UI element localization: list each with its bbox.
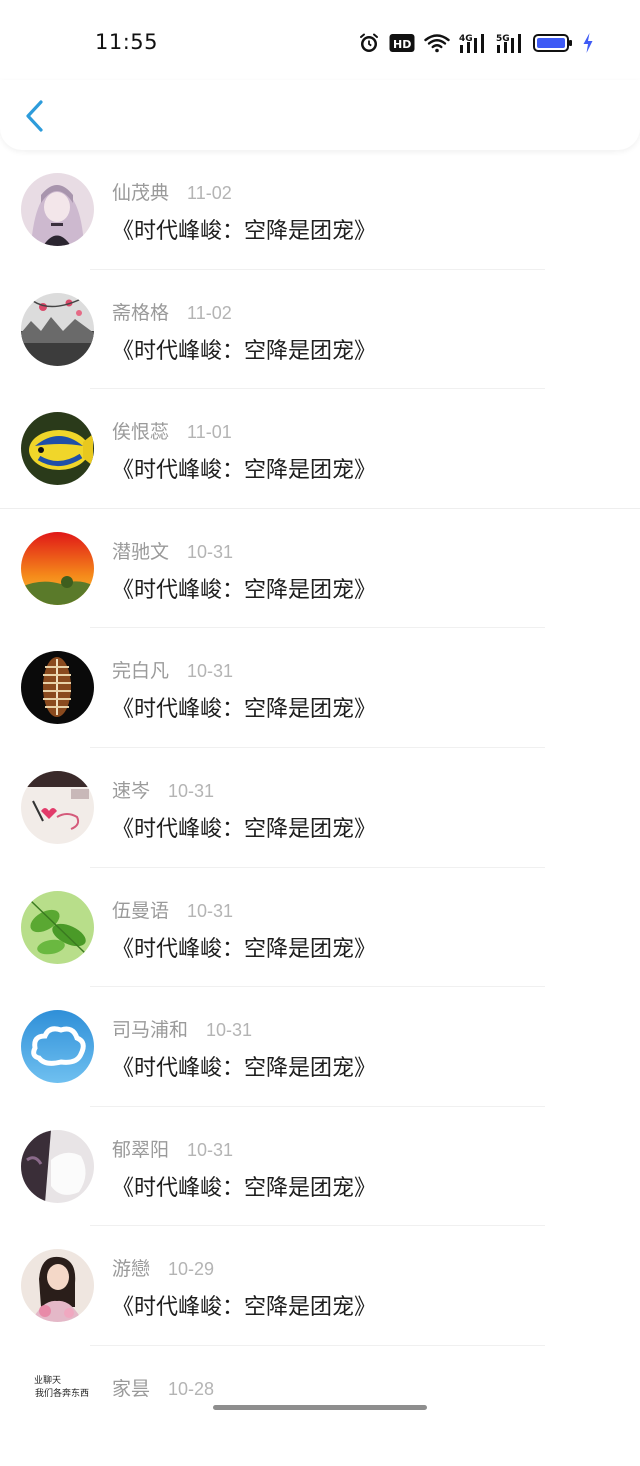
svg-text:5G: 5G: [496, 34, 510, 44]
svg-text:业聊天: 业聊天: [34, 1374, 61, 1386]
comment-date: 10-31: [187, 541, 234, 562]
4g-signal-icon: 4G: [459, 32, 487, 54]
commenter-name: 完白凡: [112, 660, 170, 683]
commenter-name: 俟恨蕊: [112, 421, 170, 444]
svg-text:HD: HD: [393, 38, 411, 51]
avatar[interactable]: [21, 1010, 94, 1084]
list-item[interactable]: 郁翠阳 10-31 《时代峰峻：空降是团宠》: [0, 1107, 640, 1227]
avatar[interactable]: [21, 173, 94, 246]
battery-icon: [533, 32, 573, 54]
comment-text: 《时代峰峻：空降是团宠》: [112, 338, 377, 364]
commenter-name: 仙茂典: [112, 182, 170, 204]
commenter-name: 司马浦和: [112, 1019, 189, 1042]
commenter-name: 斋格格: [112, 301, 170, 324]
comment-text: 《时代峰峻：空降是团宠》: [112, 697, 377, 723]
commenter-name: 游戀: [112, 1258, 151, 1281]
item-header: 家昙 10-28: [112, 1374, 214, 1401]
list-item[interactable]: 俟恨蕊 11-01 《时代峰峻：空降是团宠》: [0, 389, 640, 509]
item-header: 速岑 10-31: [112, 776, 214, 803]
item-header: 俟恨蕊 11-01: [112, 417, 232, 444]
status-bar: 11:55 HD 4G 5G: [0, 0, 640, 80]
comment-date: 10-31: [206, 1020, 253, 1041]
comment-date: 10-31: [187, 1139, 234, 1160]
avatar[interactable]: [21, 651, 94, 725]
status-icons: HD 4G 5G: [358, 30, 594, 56]
back-button[interactable]: [18, 96, 54, 136]
commenter-name: 速岑: [112, 779, 151, 802]
avatar[interactable]: [21, 770, 94, 844]
commenter-name: 郁翠阳: [112, 1138, 170, 1161]
comment-text: 《时代峰峻：空降是团宠》: [112, 816, 377, 842]
avatar[interactable]: [21, 292, 94, 366]
comment-date: 11-02: [187, 183, 232, 203]
chevron-left-icon: [18, 100, 54, 140]
item-header: 郁翠阳 10-31: [112, 1135, 233, 1162]
item-header: 司马浦和 10-31: [112, 1015, 252, 1042]
avatar[interactable]: [21, 1249, 94, 1323]
commenter-name: 家昙: [112, 1377, 151, 1400]
comment-text: 《时代峰峻：空降是团宠》: [112, 936, 377, 962]
item-header: 斋格格 11-02: [112, 298, 232, 325]
avatar[interactable]: [21, 531, 94, 605]
list-item[interactable]: 斋格格 11-02 《时代峰峻：空降是团宠》: [0, 270, 640, 390]
comment-date: 10-28: [168, 1378, 215, 1399]
list-item[interactable]: 速岑 10-31 《时代峰峻：空降是团宠》: [0, 748, 640, 868]
svg-text:我们各奔东西: 我们各奔东西: [35, 1387, 89, 1399]
avatar[interactable]: [21, 1129, 94, 1203]
item-header: 潜驰文 10-31: [112, 537, 233, 564]
comment-date: 10-31: [187, 900, 234, 921]
commenter-name: 伍曼语: [112, 899, 170, 922]
wifi-icon: [424, 33, 450, 53]
item-header: 仙茂典 11-02: [112, 178, 232, 205]
comment-date: 10-31: [168, 780, 215, 801]
comment-text: 《时代峰峻：空降是团宠》: [112, 458, 377, 484]
comment-list: 仙茂典 11-02 《时代峰峻：空降是团宠》 斋格格 11-02 《时代峰峻：空降是…: [0, 150, 640, 1466]
charging-icon: [582, 32, 594, 54]
commenter-name: 潜驰文: [112, 540, 170, 563]
item-header: 游戀 10-29: [112, 1254, 214, 1281]
item-header: 完白凡 10-31: [112, 656, 233, 683]
comment-text: 《时代峰峻：空降是团宠》: [112, 1295, 377, 1321]
comment-text: 《时代峰峻：空降是团宠》: [112, 1175, 377, 1201]
avatar[interactable]: [21, 890, 94, 964]
hd-icon: HD: [389, 33, 415, 53]
avatar[interactable]: 业聊天 我们各奔东西: [21, 1368, 94, 1442]
alarm-icon: [358, 32, 380, 54]
svg-text:4G: 4G: [459, 34, 473, 44]
comment-text: 《时代峰峻：空降是团宠》: [112, 577, 377, 603]
comment-text: 《时代峰峻：空降是团宠》: [112, 1056, 377, 1082]
home-indicator[interactable]: [213, 1405, 427, 1410]
comment-text: 《时代峰峻：空降是团宠》: [112, 219, 377, 244]
list-item[interactable]: 游戀 10-29 《时代峰峻：空降是团宠》: [0, 1226, 640, 1346]
status-time: 11:55: [95, 30, 159, 54]
list-item[interactable]: 司马浦和 10-31 《时代峰峻：空降是团宠》: [0, 987, 640, 1107]
comment-date: 11-02: [187, 302, 232, 323]
item-header: 伍曼语 10-31: [112, 896, 233, 923]
nav-bar: [0, 80, 640, 150]
list-item[interactable]: 完白凡 10-31 《时代峰峻：空降是团宠》: [0, 628, 640, 748]
avatar[interactable]: [21, 412, 94, 486]
comment-date: 10-29: [168, 1259, 215, 1280]
5g-signal-icon: 5G: [496, 32, 524, 54]
list-item[interactable]: 伍曼语 10-31 《时代峰峻：空降是团宠》: [0, 868, 640, 988]
comment-date: 10-31: [187, 661, 234, 682]
list-item[interactable]: 潜驰文 10-31 《时代峰峻：空降是团宠》: [0, 509, 640, 629]
comment-date: 11-01: [187, 422, 232, 443]
list-item[interactable]: 仙茂典 11-02 《时代峰峻：空降是团宠》: [0, 150, 640, 270]
